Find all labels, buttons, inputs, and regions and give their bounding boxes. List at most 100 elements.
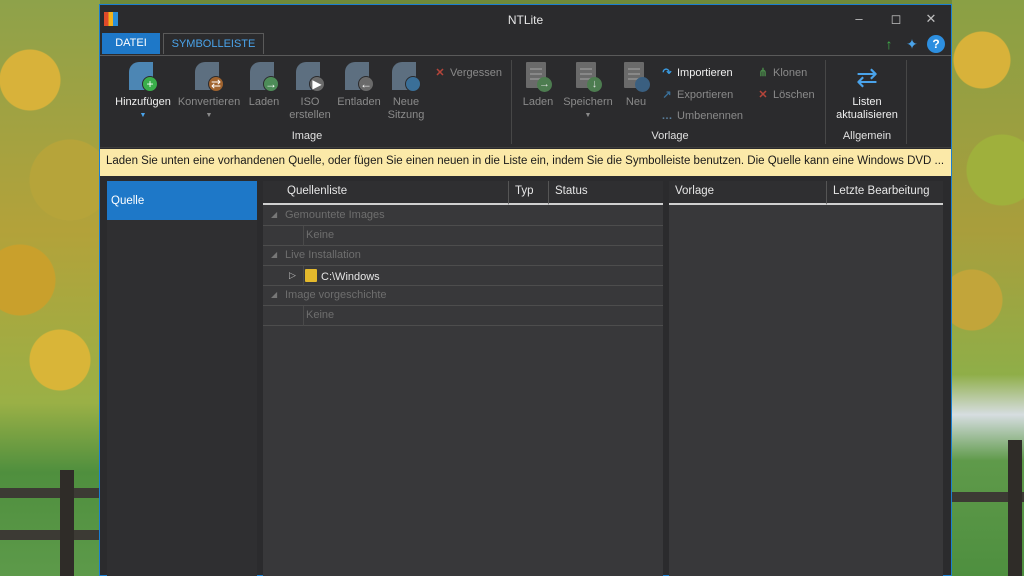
collapse-triangle-icon[interactable]: ◢ — [271, 210, 277, 219]
entladen-label: Entladen — [337, 96, 381, 108]
source-entry: C:\Windows — [305, 269, 380, 283]
iso-erstellen-button[interactable]: ▶ ISO erstellen — [288, 62, 332, 122]
minimize-button[interactable]: – — [844, 11, 874, 26]
rename-icon: … — [661, 110, 673, 122]
tab-datei[interactable]: DATEI — [102, 33, 160, 54]
column-quellenliste[interactable]: Quellenliste — [263, 181, 509, 205]
source-path-label: C:\Windows — [321, 271, 380, 283]
fence-rail — [0, 530, 100, 540]
ribbon-tab-row: DATEI SYMBOLLEISTE ↑ ✦ ? — [100, 33, 951, 54]
group-label-image: Image — [291, 130, 323, 142]
convert-icon: ⇄ — [194, 62, 224, 92]
group-row-gemountete-images[interactable]: ◢ Gemountete Images — [263, 206, 663, 226]
twitter-icon[interactable]: ✦ — [903, 35, 921, 53]
listen-label-line2: aktualisieren — [836, 109, 898, 121]
import-arrow-icon: ↷ — [662, 67, 672, 79]
ntlite-window: NTLite – ◻ ✕ DATEI SYMBOLLEISTE ↑ ✦ ? + … — [99, 4, 952, 576]
vergessen-label: Vergessen — [450, 67, 502, 79]
column-status[interactable]: Status — [549, 181, 663, 205]
collapse-triangle-icon[interactable]: ◢ — [271, 250, 277, 259]
folder-icon — [305, 269, 317, 282]
delete-x-icon: ✕ — [758, 89, 768, 101]
neue-sitzung-line2: Sitzung — [387, 109, 425, 121]
vorlage-speichern-label: Speichern — [563, 96, 613, 108]
klonen-label: Klonen — [773, 67, 808, 79]
loeschen-button[interactable]: ✕ Löschen — [756, 88, 815, 101]
fence-post — [1008, 440, 1022, 576]
fence-post — [60, 470, 74, 576]
column-vorlage[interactable]: Vorlage — [669, 181, 827, 205]
ribbon-separator — [906, 60, 907, 144]
group-label: Live Installation — [285, 249, 361, 261]
tab-symbolleiste[interactable]: SYMBOLLEISTE — [163, 33, 264, 54]
laden-image-button[interactable]: → Laden — [242, 62, 286, 109]
add-plus-icon: + — [128, 62, 158, 92]
listen-aktualisieren-button[interactable]: ⇄ Listen aktualisieren — [830, 62, 904, 122]
maximize-button[interactable]: ◻ — [881, 11, 911, 27]
help-icon[interactable]: ? — [927, 35, 945, 53]
hinzufuegen-label: Hinzufügen — [115, 96, 171, 108]
column-typ[interactable]: Typ — [509, 181, 549, 205]
group-label: Image vorgeschichte — [285, 289, 387, 301]
column-letzte-bearbeitung[interactable]: Letzte Bearbeitung — [827, 181, 943, 205]
konvertieren-button[interactable]: ⇄ Konvertieren ▼ — [174, 62, 244, 122]
template-save-icon: ↓ — [574, 62, 602, 92]
empty-label: Keine — [306, 229, 335, 241]
update-arrow-icon[interactable]: ↑ — [880, 35, 898, 53]
importieren-label: Importieren — [677, 67, 733, 79]
dropdown-arrow-icon: ▼ — [584, 112, 592, 119]
fence-rail — [0, 488, 100, 498]
collapse-triangle-icon[interactable]: ◢ — [271, 290, 277, 299]
group-label-allgemein: Allgemein — [842, 130, 892, 142]
title-bar: NTLite – ◻ ✕ — [100, 5, 951, 33]
listen-label-line1: Listen — [852, 96, 882, 108]
group-label-vorlage: Vorlage — [651, 130, 689, 142]
vorlage-laden-label: Laden — [522, 96, 554, 108]
dropdown-arrow-icon: ▼ — [139, 112, 147, 119]
empty-label: Keine — [306, 309, 335, 321]
dropdown-arrow-icon: ▼ — [205, 112, 213, 119]
vorlage-laden-button[interactable]: → Laden — [518, 62, 558, 109]
list-item-c-windows[interactable]: ▷ C:\Windows — [263, 266, 663, 286]
template-list-panel: Vorlage Letzte Bearbeitung — [669, 181, 943, 576]
unload-arrow-icon: ← — [344, 62, 374, 92]
x-icon: ✕ — [435, 67, 445, 79]
template-load-icon: → — [524, 62, 552, 92]
exportieren-label: Exportieren — [677, 89, 734, 101]
column-divider — [303, 306, 304, 326]
vorlage-neu-label: Neu — [625, 96, 647, 108]
vorlage-neu-button[interactable]: Neu — [618, 62, 654, 109]
hinzufuegen-button[interactable]: + Hinzufügen ▼ — [108, 62, 178, 122]
iso-label-line1: ISO — [300, 96, 320, 108]
umbenennen-button[interactable]: … Umbenennen — [660, 110, 744, 122]
neue-sitzung-line1: Neue — [392, 96, 420, 108]
left-navigation: Quelle — [107, 181, 257, 576]
clone-branch-icon: ⋔ — [758, 67, 768, 79]
loeschen-label: Löschen — [773, 89, 815, 101]
load-arrow-icon: → — [249, 62, 279, 92]
group-row-image-vorgeschichte[interactable]: ◢ Image vorgeschichte — [263, 286, 663, 306]
neue-sitzung-button[interactable]: Neue Sitzung — [384, 62, 428, 122]
source-list-panel: Quellenliste Typ Status ◢ Gemountete Ima… — [263, 181, 663, 576]
umbenennen-label: Umbenennen — [677, 110, 744, 122]
ribbon-toolbar: + Hinzufügen ▼ ⇄ Konvertieren ▼ → Laden … — [100, 55, 951, 148]
iso-disc-icon: ▶ — [295, 62, 325, 92]
exportieren-button[interactable]: ↗ Exportieren — [660, 88, 733, 101]
column-divider — [303, 266, 304, 286]
expand-triangle-icon[interactable]: ▷ — [289, 270, 296, 281]
close-button[interactable]: ✕ — [916, 11, 946, 27]
vorlage-speichern-button[interactable]: ↓ Speichern ▼ — [559, 62, 617, 122]
iso-label-line2: erstellen — [289, 109, 331, 121]
klonen-button[interactable]: ⋔ Klonen — [756, 66, 807, 79]
entladen-button[interactable]: ← Entladen — [334, 62, 384, 109]
importieren-button[interactable]: ↷ Importieren — [660, 66, 733, 79]
nav-item-quelle[interactable]: Quelle — [107, 181, 257, 220]
konvertieren-label: Konvertieren — [177, 96, 241, 108]
ribbon-separator — [511, 60, 512, 144]
vergessen-button[interactable]: ✕ Vergessen — [433, 66, 502, 79]
group-row-live-installation[interactable]: ◢ Live Installation — [263, 246, 663, 266]
window-title: NTLite — [507, 13, 544, 27]
template-new-icon — [622, 62, 650, 92]
info-banner: Laden Sie unten eine vorhandenen Quelle,… — [100, 149, 951, 176]
refresh-arrows-icon: ⇄ — [856, 62, 878, 92]
